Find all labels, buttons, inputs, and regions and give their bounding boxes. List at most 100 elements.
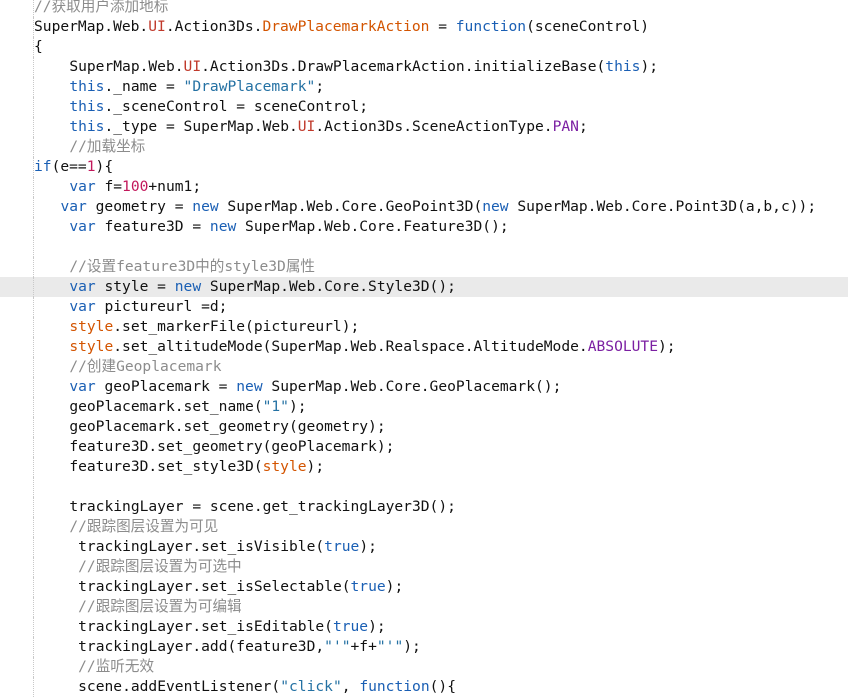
- code-token: SuperMap.Web.Core.Feature3D();: [236, 218, 509, 235]
- code-token: );: [403, 638, 421, 655]
- code-line[interactable]: style.set_altitudeMode(SuperMap.Web.Real…: [0, 337, 848, 357]
- code-token: new: [192, 198, 219, 215]
- code-token: SuperMap.Web.: [69, 58, 184, 75]
- indent-guide: [33, 297, 34, 317]
- code-line[interactable]: trackingLayer.set_isVisible(true);: [0, 537, 848, 557]
- code-text: trackingLayer = scene.get_trackingLayer3…: [69, 497, 456, 517]
- code-text: this._name = "DrawPlacemark";: [69, 77, 324, 97]
- code-line[interactable]: [0, 477, 848, 497]
- code-line[interactable]: [0, 237, 848, 257]
- indent-guide: [33, 97, 34, 117]
- indent-guide: [33, 577, 34, 597]
- code-token: "click": [280, 678, 342, 695]
- code-line[interactable]: //跟踪图层设置为可见: [0, 517, 848, 537]
- code-token: //设置feature3D中的style3D属性: [69, 258, 316, 275]
- code-token: function: [359, 678, 430, 695]
- code-token: UI: [148, 18, 166, 35]
- code-token: style: [69, 338, 114, 355]
- code-token: );: [640, 58, 659, 75]
- code-text: geoPlacemark.set_geometry(geometry);: [69, 417, 385, 437]
- code-token: SuperMap.Web.Core.GeoPoint3D(: [218, 198, 483, 215]
- code-text: trackingLayer.add(feature3D,"'"+f+"'");: [78, 637, 421, 657]
- code-text: var geoPlacemark = new SuperMap.Web.Core…: [69, 377, 561, 397]
- code-line[interactable]: var style = new SuperMap.Web.Core.Style3…: [0, 277, 848, 297]
- code-text: style.set_altitudeMode(SuperMap.Web.Real…: [69, 337, 675, 357]
- code-text: //获取用户添加地标: [34, 0, 168, 17]
- code-line[interactable]: //获取用户添加地标: [0, 0, 848, 17]
- code-line[interactable]: //创建Geoplacemark: [0, 357, 848, 377]
- code-line[interactable]: var feature3D = new SuperMap.Web.Core.Fe…: [0, 217, 848, 237]
- code-text: //跟踪图层设置为可编辑: [78, 597, 242, 617]
- code-text: feature3D.set_geometry(geoPlacemark);: [69, 437, 394, 457]
- code-token: UI: [297, 118, 316, 135]
- code-token: pictureurl =d;: [95, 298, 228, 315]
- code-line[interactable]: feature3D.set_geometry(geoPlacemark);: [0, 437, 848, 457]
- code-line[interactable]: var pictureurl =d;: [0, 297, 848, 317]
- code-text: //跟踪图层设置为可见: [69, 517, 218, 537]
- code-token: DrawPlacemarkAction: [262, 18, 430, 35]
- code-line[interactable]: //监听无效: [0, 657, 848, 677]
- code-line[interactable]: style.set_markerFile(pictureurl);: [0, 317, 848, 337]
- code-token: if: [34, 158, 52, 175]
- code-line[interactable]: trackingLayer.set_isSelectable(true);: [0, 577, 848, 597]
- code-line[interactable]: //加载坐标: [0, 137, 848, 157]
- indent-guide: [33, 257, 34, 277]
- code-token: "1": [262, 398, 289, 415]
- indent-guide: [33, 437, 34, 457]
- code-line[interactable]: scene.addEventListener("click", function…: [0, 677, 848, 697]
- indent-guide: [33, 277, 34, 297]
- code-token: .Action3Ds.SceneActionType.: [315, 118, 553, 135]
- code-token: {: [34, 38, 43, 55]
- code-text: trackingLayer.set_isSelectable(true);: [78, 577, 403, 597]
- code-token: +f+: [350, 638, 377, 655]
- code-token: this: [69, 78, 105, 95]
- code-line[interactable]: {: [0, 37, 848, 57]
- code-token: var: [69, 378, 96, 395]
- indent-guide: [33, 57, 34, 77]
- code-line[interactable]: //跟踪图层设置为可选中: [0, 557, 848, 577]
- code-token: SuperMap.Web.Core.GeoPlacemark();: [262, 378, 562, 395]
- code-token: +num1;: [148, 178, 202, 195]
- indent-guide: [33, 657, 34, 677]
- code-token: geoPlacemark.set_name(: [69, 398, 263, 415]
- code-line[interactable]: trackingLayer = scene.get_trackingLayer3…: [0, 497, 848, 517]
- code-token: geoPlacemark =: [95, 378, 237, 395]
- code-line[interactable]: feature3D.set_style3D(style);: [0, 457, 848, 477]
- code-text: trackingLayer.set_isEditable(true);: [78, 617, 386, 637]
- code-token: ._sceneControl = sceneControl;: [104, 98, 369, 115]
- code-token: trackingLayer.set_isEditable(: [78, 618, 333, 635]
- code-line[interactable]: geoPlacemark.set_geometry(geometry);: [0, 417, 848, 437]
- code-line[interactable]: trackingLayer.add(feature3D,"'"+f+"'");: [0, 637, 848, 657]
- code-text: var style = new SuperMap.Web.Core.Style3…: [69, 277, 456, 297]
- code-line[interactable]: this._name = "DrawPlacemark";: [0, 77, 848, 97]
- code-token: .set_markerFile(pictureurl);: [113, 318, 360, 335]
- code-line[interactable]: if(e==1){: [0, 157, 848, 177]
- code-line[interactable]: trackingLayer.set_isEditable(true);: [0, 617, 848, 637]
- indent-guide: [33, 597, 34, 617]
- code-token: ){: [95, 158, 114, 175]
- code-text: var f=100+num1;: [69, 177, 201, 197]
- code-line[interactable]: var f=100+num1;: [0, 177, 848, 197]
- code-line[interactable]: this._sceneControl = sceneControl;: [0, 97, 848, 117]
- indent-guide: [33, 177, 34, 197]
- code-text: //监听无效: [78, 657, 154, 677]
- code-line[interactable]: SuperMap.Web.UI.Action3Ds.DrawPlacemarkA…: [0, 57, 848, 77]
- code-line[interactable]: geoPlacemark.set_name("1");: [0, 397, 848, 417]
- code-line[interactable]: //跟踪图层设置为可编辑: [0, 597, 848, 617]
- code-line[interactable]: SuperMap.Web.UI.Action3Ds.DrawPlacemarkA…: [0, 17, 848, 37]
- code-token: true: [332, 618, 369, 635]
- code-token: this: [69, 98, 105, 115]
- indent-guide: [33, 457, 34, 477]
- code-token: .Action3Ds.: [165, 18, 263, 35]
- indent-guide: [33, 417, 34, 437]
- code-token: .Action3Ds.DrawPlacemarkAction.initializ…: [201, 58, 606, 75]
- code-token: "DrawPlacemark": [183, 78, 316, 95]
- code-line[interactable]: var geometry = new SuperMap.Web.Core.Geo…: [0, 197, 848, 217]
- code-token: feature3D =: [95, 218, 210, 235]
- indent-guide: [33, 517, 34, 537]
- code-line[interactable]: var geoPlacemark = new SuperMap.Web.Core…: [0, 377, 848, 397]
- code-line[interactable]: this._type = SuperMap.Web.UI.Action3Ds.S…: [0, 117, 848, 137]
- code-line[interactable]: //设置feature3D中的style3D属性: [0, 257, 848, 277]
- code-text: //创建Geoplacemark: [69, 357, 221, 377]
- code-editor[interactable]: //获取用户添加地标 SuperMap.Web.UI.Action3Ds.Draw…: [0, 0, 848, 697]
